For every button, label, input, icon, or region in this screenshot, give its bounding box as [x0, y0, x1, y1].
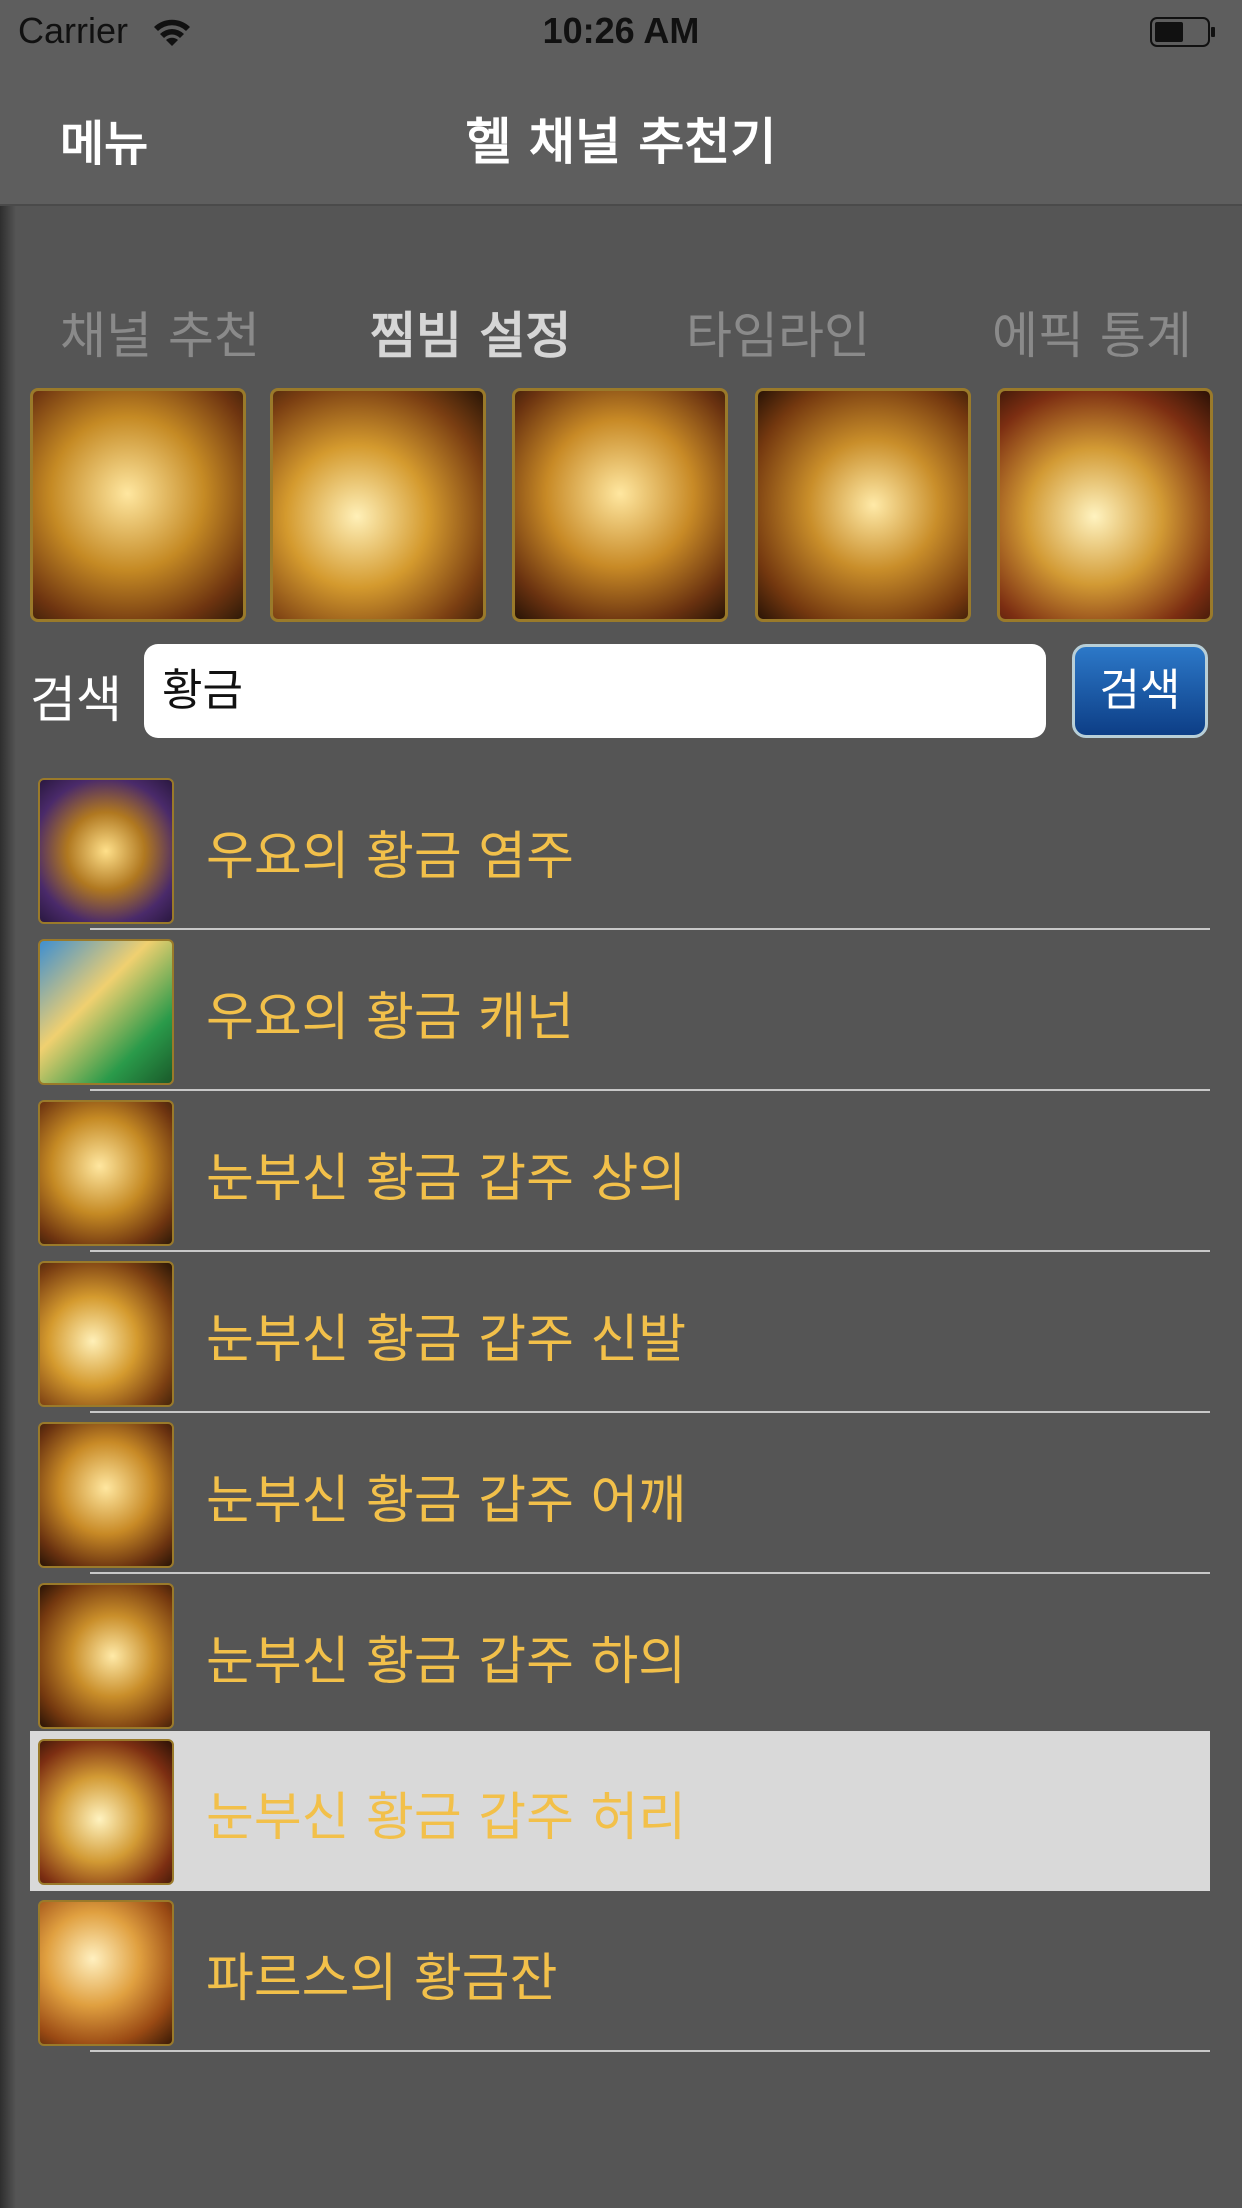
divider: [90, 1089, 1210, 1091]
gold-pants-icon[interactable]: [755, 388, 971, 622]
item-name: 파르스의 황금잔: [206, 1949, 558, 2009]
list-item[interactable]: 눈부신 황금 갑주 상의: [30, 1092, 1210, 1252]
divider: [90, 928, 1210, 930]
item-name: 눈부신 황금 갑주 어깨: [206, 1471, 687, 1531]
search-input[interactable]: 황금: [144, 644, 1046, 738]
search-button[interactable]: 검색: [1072, 644, 1208, 738]
list-item[interactable]: 우요의 황금 염주: [30, 770, 1210, 930]
divider: [90, 2050, 1210, 2052]
item-name: 눈부신 황금 갑주 허리: [206, 1788, 687, 1848]
divider: [90, 1250, 1210, 1252]
tab-epic-stats[interactable]: 에픽 통계: [992, 296, 1192, 368]
list-item[interactable]: 우요의 황금 캐넌: [30, 931, 1210, 1091]
battery-icon: [1150, 17, 1215, 47]
divider: [90, 1411, 1210, 1413]
search-label: 검색: [30, 671, 122, 729]
page-title: 헬 채널 추천기: [465, 113, 777, 171]
list-item[interactable]: 파르스의 황금잔: [30, 1892, 1210, 2052]
gold-cannon-icon: [38, 939, 174, 1085]
list-item[interactable]: 눈부신 황금 갑주 신발: [30, 1253, 1210, 1413]
gold-armor-top-icon[interactable]: [30, 388, 246, 622]
list-item[interactable]: 눈부신 황금 갑주 어깨: [30, 1414, 1210, 1574]
tab-timeline[interactable]: 타임라인: [686, 296, 870, 368]
gold-belt-icon[interactable]: [997, 388, 1213, 622]
list-item[interactable]: 눈부신 황금 갑주 하의: [30, 1575, 1210, 1735]
gold-belt-icon: [38, 1739, 174, 1885]
gold-shoulder-icon[interactable]: [512, 388, 728, 622]
divider: [90, 1572, 1210, 1574]
gold-pants-icon: [38, 1583, 174, 1729]
status-bar: Carrier 10:26 AM: [0, 0, 1242, 66]
gold-cup-icon: [38, 1900, 174, 2046]
gold-boots-icon: [38, 1261, 174, 1407]
item-name: 우요의 황금 염주: [206, 827, 574, 887]
item-name: 우요의 황금 캐넌: [206, 988, 574, 1048]
navigation-bar: 메뉴 헬 채널 추천기: [0, 66, 1242, 206]
side-drawer-shadow: [0, 206, 16, 2208]
item-name: 눈부신 황금 갑주 하의: [206, 1632, 687, 1692]
gold-boots-icon[interactable]: [270, 388, 486, 622]
gold-armor-top-icon: [38, 1100, 174, 1246]
item-name: 눈부신 황금 갑주 상의: [206, 1149, 687, 1209]
tab-channel-recommend[interactable]: 채널 추천: [60, 296, 260, 368]
gold-shoulder-icon: [38, 1422, 174, 1568]
list-item-selected[interactable]: 눈부신 황금 갑주 허리: [30, 1731, 1210, 1891]
item-name: 눈부신 황금 갑주 신발: [206, 1310, 687, 1370]
tab-favorite-settings[interactable]: 찜빔 설정: [370, 296, 571, 368]
gold-rosary-icon: [38, 778, 174, 924]
clock: 10:26 AM: [542, 10, 700, 51]
